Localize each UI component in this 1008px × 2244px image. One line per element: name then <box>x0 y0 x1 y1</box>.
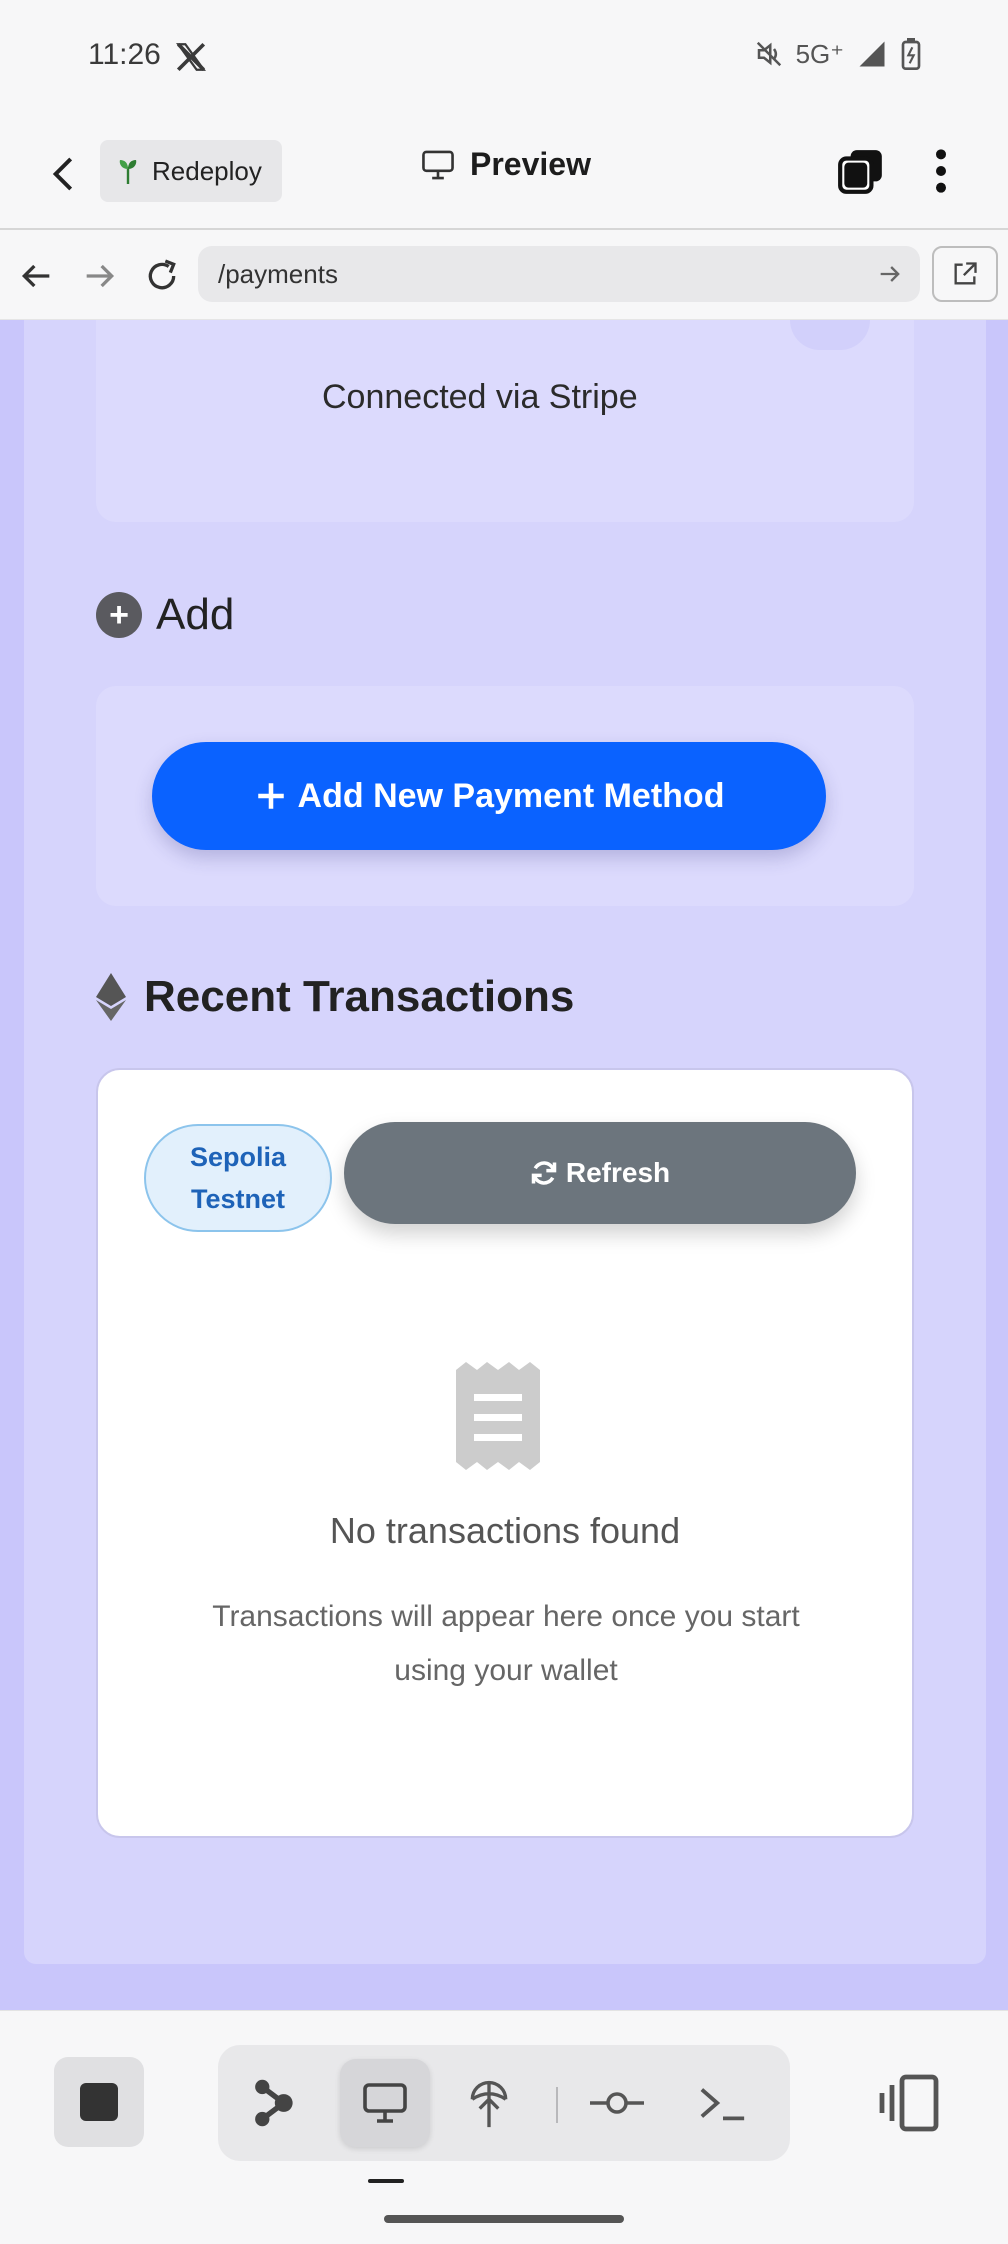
tool-group <box>218 2045 790 2161</box>
add-payment-method-button[interactable]: Add New Payment Method <box>152 742 826 850</box>
network-type: 5G⁺ <box>795 38 844 69</box>
terminal-tool[interactable] <box>678 2059 768 2147</box>
refresh-label: Refresh <box>565 1157 671 1188</box>
status-indicators: 5G⁺ <box>754 38 922 70</box>
status-time: 11:26 <box>88 38 161 71</box>
page-title: Preview <box>420 146 591 183</box>
redeploy-button[interactable]: Redeploy <box>100 140 282 202</box>
stop-icon <box>80 2083 118 2121</box>
deploy-tool[interactable] <box>444 2059 534 2147</box>
web-viewport[interactable]: Connected via Stripe + Add Add New Payme… <box>0 320 1008 2010</box>
open-external-button[interactable] <box>932 246 998 302</box>
desktop-icon <box>363 2083 407 2123</box>
panel-toggle-icon[interactable] <box>876 2073 940 2133</box>
title-text: Preview <box>470 146 591 182</box>
terminal-icon <box>700 2088 745 2121</box>
url-text: /payments <box>218 258 338 289</box>
browser-back-icon[interactable] <box>16 254 56 298</box>
back-icon[interactable] <box>44 152 84 196</box>
add-payment-label: Add New Payment Method <box>297 776 725 815</box>
home-indicator[interactable] <box>384 2215 624 2223</box>
plus-icon <box>257 783 284 809</box>
tabs-icon[interactable] <box>836 146 886 196</box>
refresh-button[interactable]: Refresh <box>344 1122 856 1224</box>
git-commit-icon <box>590 2092 644 2114</box>
sprout-icon <box>119 160 137 184</box>
deploy-icon <box>470 2080 508 2128</box>
battery-icon <box>901 38 921 70</box>
browser-forward-icon[interactable] <box>80 254 120 298</box>
empty-state-title: No transactions found <box>329 1510 681 1551</box>
toolbar-separator <box>556 2087 558 2123</box>
network-badge: Sepolia Testnet <box>144 1124 332 1232</box>
desktop-tool[interactable] <box>340 2059 430 2147</box>
empty-state-subtitle: Transactions will appear here once you s… <box>212 1600 800 1687</box>
transactions-heading-text: Recent Transactions <box>144 972 575 1021</box>
more-options-icon[interactable] <box>924 146 958 196</box>
bottom-toolbar <box>0 2010 1008 2244</box>
signal-icon <box>859 41 885 67</box>
git-tool[interactable] <box>572 2059 662 2147</box>
card-action-icon[interactable] <box>790 320 870 350</box>
payments-panel: Connected via Stripe + Add Add New Payme… <box>24 320 986 1964</box>
external-link-icon <box>954 262 977 285</box>
url-input[interactable]: /payments <box>198 246 920 302</box>
go-arrow-icon[interactable] <box>876 260 904 288</box>
connected-payment-card: Connected via Stripe <box>96 320 914 522</box>
add-payment-card: Add New Payment Method <box>96 686 914 906</box>
reload-icon[interactable] <box>142 254 182 298</box>
agent-tool[interactable] <box>228 2059 318 2147</box>
ethereum-icon <box>96 973 126 1021</box>
transactions-card: Sepolia Testnet Refresh No transactions … <box>96 1068 914 1838</box>
mute-icon <box>756 41 781 67</box>
app-header: Redeploy Preview <box>0 116 1008 230</box>
x-logo-icon <box>176 42 206 72</box>
agent-icon <box>255 2079 293 2127</box>
status-bar: 11:26 5G⁺ <box>0 0 1008 116</box>
monitor-icon <box>422 150 454 179</box>
add-section-heading: + Add <box>96 590 234 640</box>
transactions-heading: Recent Transactions <box>96 972 574 1022</box>
redeploy-label: Redeploy <box>152 155 262 186</box>
browser-bar: /payments <box>0 232 1008 320</box>
active-tab-indicator <box>368 2179 404 2183</box>
receipt-icon <box>456 1362 540 1470</box>
connected-text: Connected via Stripe <box>322 378 638 416</box>
add-heading-text: Add <box>156 590 235 639</box>
plus-circle-icon: + <box>96 592 142 638</box>
stop-button[interactable] <box>54 2057 144 2147</box>
refresh-icon <box>531 1161 557 1185</box>
